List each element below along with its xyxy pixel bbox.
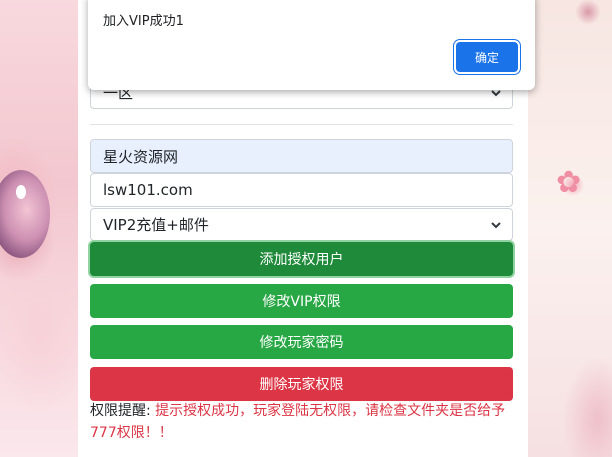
delete-permission-button[interactable]: 删除玩家权限 xyxy=(90,367,513,401)
site-name-value: 星火资源网 xyxy=(103,147,179,166)
notice-label: 权限提醒: xyxy=(90,403,151,419)
vip-type-select[interactable]: VIP2充值+邮件 xyxy=(90,208,513,241)
modify-password-label: 修改玩家密码 xyxy=(259,335,344,351)
add-auth-user-button[interactable]: 添加授权用户 xyxy=(90,242,513,276)
modify-vip-label: 修改VIP权限 xyxy=(262,294,341,310)
eye-highlight xyxy=(16,185,26,199)
anime-eye-illustration xyxy=(0,170,50,258)
modify-vip-button[interactable]: 修改VIP权限 xyxy=(90,284,513,318)
site-url-field[interactable]: lsw101.com xyxy=(90,173,513,207)
vip-type-value: VIP2充值+邮件 xyxy=(103,216,209,234)
notice-message: 提示授权成功，玩家登陆无权限，请检查文件夹是否给予777权限！！ xyxy=(90,403,506,441)
background-art-right: ✿ xyxy=(528,0,612,457)
site-url-value: lsw101.com xyxy=(103,181,193,199)
permission-notice: 权限提醒: 提示授权成功，玩家登陆无权限，请检查文件夹是否给予777权限！！ xyxy=(90,400,513,444)
delete-permission-label: 删除玩家权限 xyxy=(259,377,344,393)
background-art-left xyxy=(0,0,78,457)
chevron-down-icon xyxy=(491,221,501,228)
modify-password-button[interactable]: 修改玩家密码 xyxy=(90,325,513,359)
ok-button[interactable]: 确定 xyxy=(456,42,518,72)
divider xyxy=(90,124,513,125)
site-name-field[interactable]: 星火资源网 xyxy=(90,139,513,173)
add-auth-user-label: 添加授权用户 xyxy=(259,252,344,268)
ok-button-label: 确定 xyxy=(474,50,499,65)
flower-icon: ✿ xyxy=(556,165,582,200)
alert-message: 加入VIP成功1 xyxy=(103,14,184,29)
alert-dialog: 加入VIP成功1 确定 xyxy=(88,0,535,90)
